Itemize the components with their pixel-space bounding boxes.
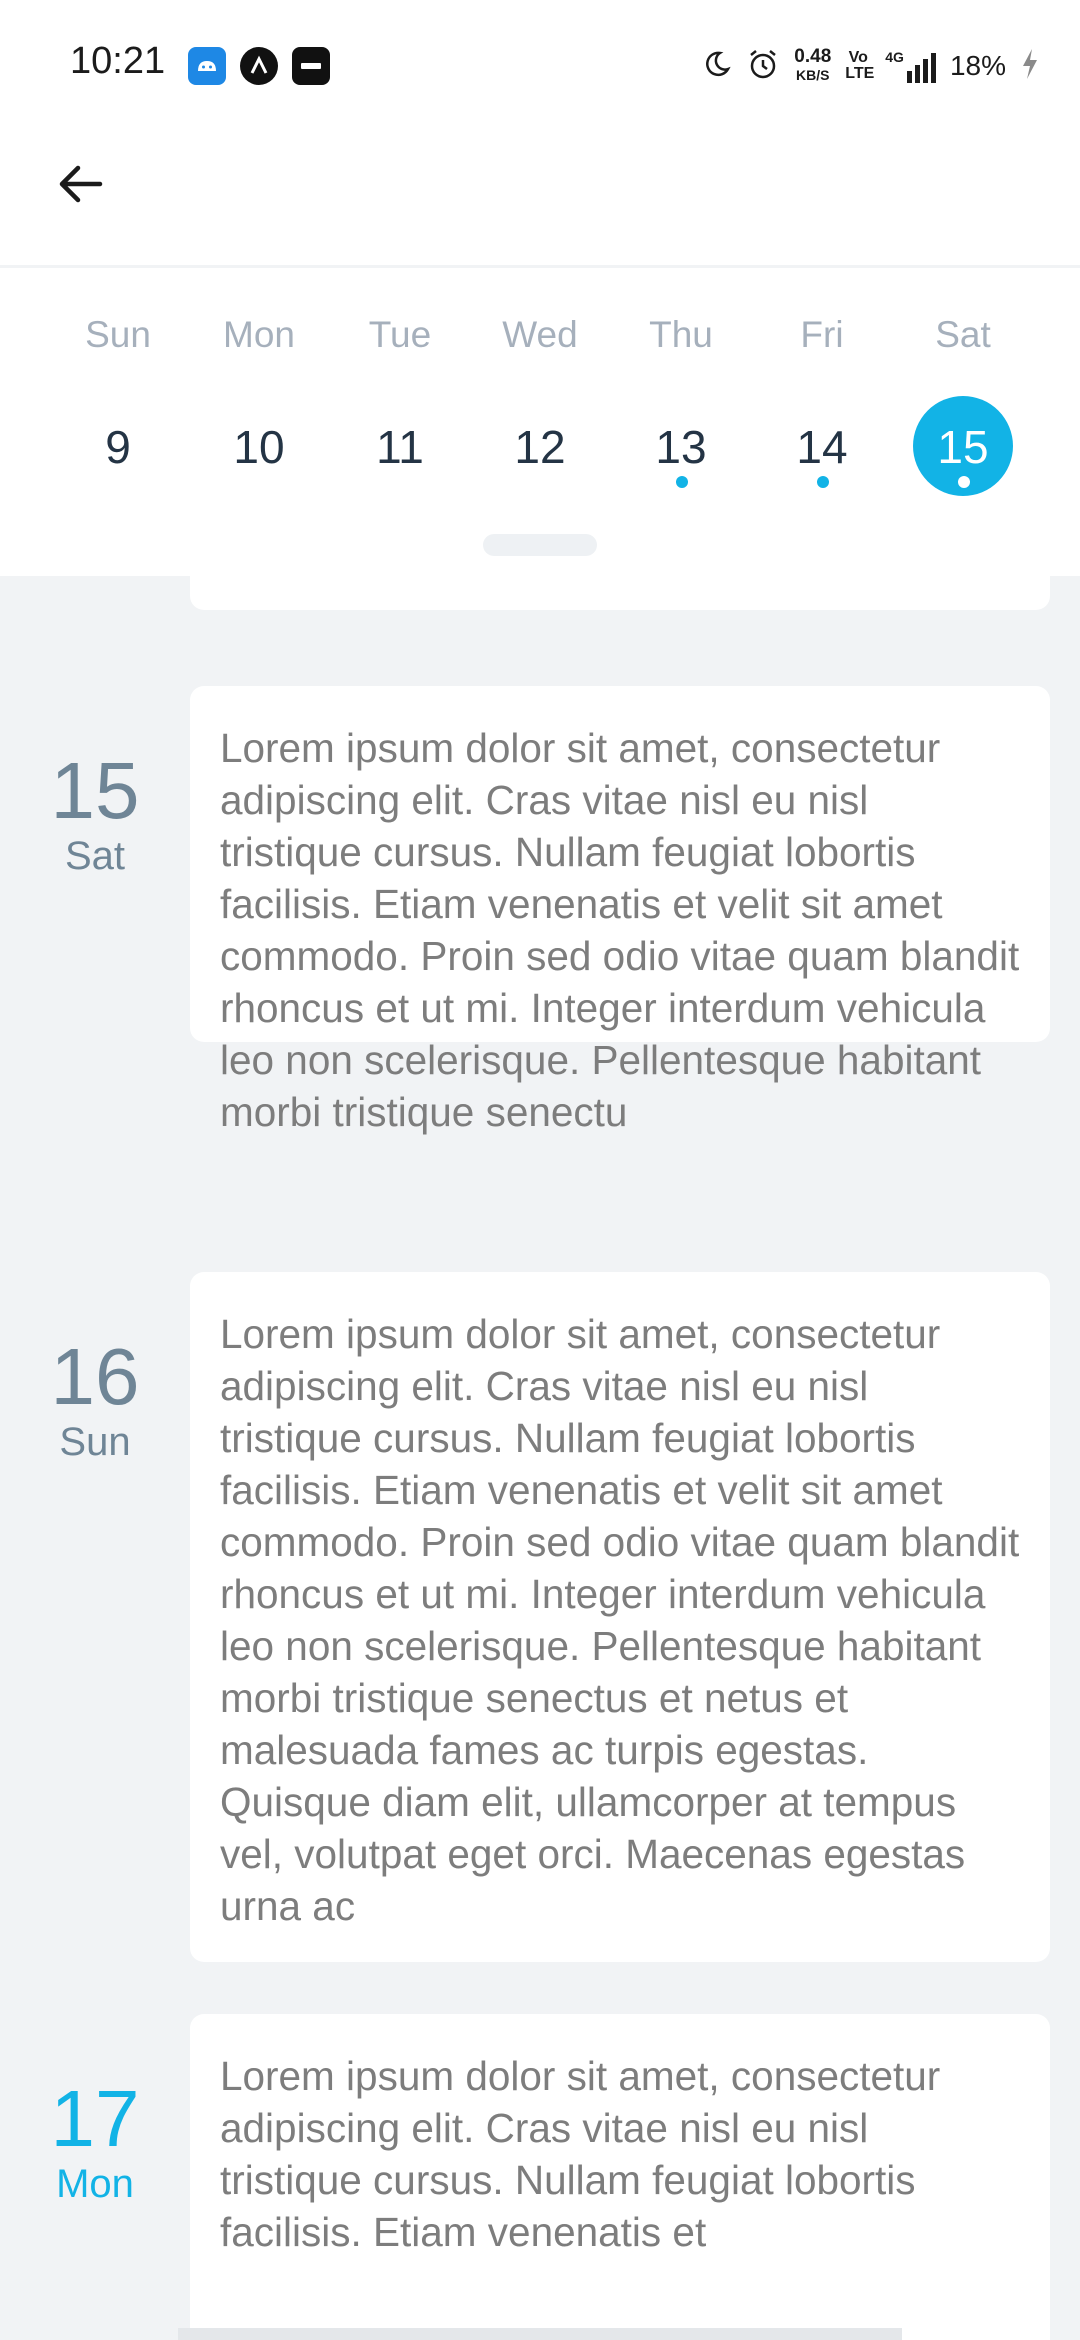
- signal-icon: 4G: [885, 49, 936, 83]
- day-sun-9[interactable]: Sun 9: [48, 268, 188, 498]
- day-number: 13: [655, 421, 707, 473]
- moon-icon: [702, 49, 732, 84]
- notification-app-icon: [292, 47, 330, 85]
- day-number-circle: 13: [631, 396, 731, 496]
- agenda-card[interactable]: Lorem ipsum dolor sit amet, consectetur …: [190, 1272, 1050, 1962]
- calendar-agenda-screen: 10:21 0.48 KB/S Vo LTE 4G 18% Sun 9 Mon …: [0, 0, 1080, 2340]
- event-indicator-dot: [958, 476, 970, 488]
- battery-level: 18%: [949, 50, 1006, 81]
- day-of-week-label: Mon: [223, 314, 295, 355]
- day-of-week-label: Sun: [85, 314, 151, 355]
- event-indicator-dot: [676, 476, 688, 488]
- back-button[interactable]: [48, 152, 112, 216]
- day-of-week-label: Fri: [800, 314, 844, 355]
- status-time: 10:21: [70, 40, 166, 82]
- agenda-card[interactable]: Lorem ipsum dolor sit amet, consectetur …: [190, 2014, 1050, 2340]
- day-number: 11: [376, 421, 424, 473]
- status-bar: 10:21 0.48 KB/S Vo LTE 4G 18%: [0, 0, 1080, 130]
- day-fri-14[interactable]: Fri 14: [752, 268, 892, 498]
- day-number: 10: [233, 421, 285, 473]
- day-number-circle: 10: [209, 396, 309, 496]
- volte-indicator: Vo LTE: [845, 49, 875, 82]
- agenda-date-weekday: Sun: [59, 1420, 131, 1464]
- day-number-circle: 9: [68, 396, 168, 496]
- network-speed-unit: KB/S: [796, 67, 830, 83]
- day-number-circle: 12: [490, 396, 590, 496]
- day-tue-11[interactable]: Tue 11: [330, 268, 470, 498]
- agenda-date-weekday: Mon: [56, 2162, 134, 2206]
- agenda-date-17-today: 17 Mon: [0, 2074, 190, 2207]
- day-number: 9: [105, 421, 131, 473]
- agenda-note-text: Lorem ipsum dolor sit amet, consectetur …: [220, 1311, 1020, 1929]
- event-indicator-dot: [817, 476, 829, 488]
- day-sat-15-selected[interactable]: Sat 15: [893, 268, 1033, 498]
- day-of-week-label: Sat: [935, 314, 991, 355]
- network-speed-value: 0.48: [794, 46, 832, 67]
- agenda-date-number: 15: [50, 746, 140, 835]
- day-number: 12: [514, 421, 566, 473]
- day-of-week-label: Thu: [649, 314, 713, 355]
- agenda-date-weekday: Sat: [64, 834, 126, 878]
- agenda-date-number: 16: [50, 1332, 140, 1421]
- day-number-circle: 15: [913, 396, 1013, 496]
- day-number-circle: 11: [350, 396, 450, 496]
- agenda-card-partial[interactable]: [190, 576, 1050, 610]
- notification-app-icon: [188, 47, 226, 85]
- day-of-week-label: Tue: [368, 314, 432, 355]
- agenda-list[interactable]: 15 Sat Lorem ipsum dolor sit amet, conse…: [0, 576, 1080, 2340]
- day-number: 14: [796, 421, 848, 473]
- agenda-card[interactable]: Lorem ipsum dolor sit amet, consectetur …: [190, 686, 1050, 1135]
- day-thu-13[interactable]: Thu 13: [611, 268, 751, 498]
- arrow-left-icon: [59, 165, 103, 203]
- network-type: 4G: [885, 49, 904, 65]
- day-number: 15: [937, 421, 989, 473]
- network-speed: 0.48 KB/S: [794, 46, 832, 84]
- bottom-navigation-edge: [178, 2328, 902, 2340]
- day-mon-10[interactable]: Mon 10: [189, 268, 329, 498]
- agenda-date-number: 17: [50, 2074, 140, 2163]
- day-wed-12[interactable]: Wed 12: [470, 268, 610, 498]
- notification-app-icon: [240, 47, 278, 85]
- day-of-week-label: Wed: [502, 314, 578, 355]
- expand-drag-handle[interactable]: [483, 534, 597, 556]
- alarm-icon: [746, 47, 780, 86]
- agenda-note-text: Lorem ipsum dolor sit amet, consectetur …: [220, 2053, 941, 2255]
- agenda-date-16: 16 Sun: [0, 1332, 190, 1465]
- app-bar: [0, 130, 1080, 265]
- agenda-note-text: Lorem ipsum dolor sit amet, consectetur …: [220, 725, 1020, 1135]
- status-icons: 0.48 KB/S Vo LTE 4G 18%: [702, 44, 1040, 88]
- day-number-circle: 14: [772, 396, 872, 496]
- week-strip: Sun 9 Mon 10 Tue 11 Wed 12 Thu 13 Fri 14…: [0, 268, 1080, 576]
- charging-icon: [1020, 47, 1040, 86]
- agenda-date-15: 15 Sat: [0, 746, 190, 879]
